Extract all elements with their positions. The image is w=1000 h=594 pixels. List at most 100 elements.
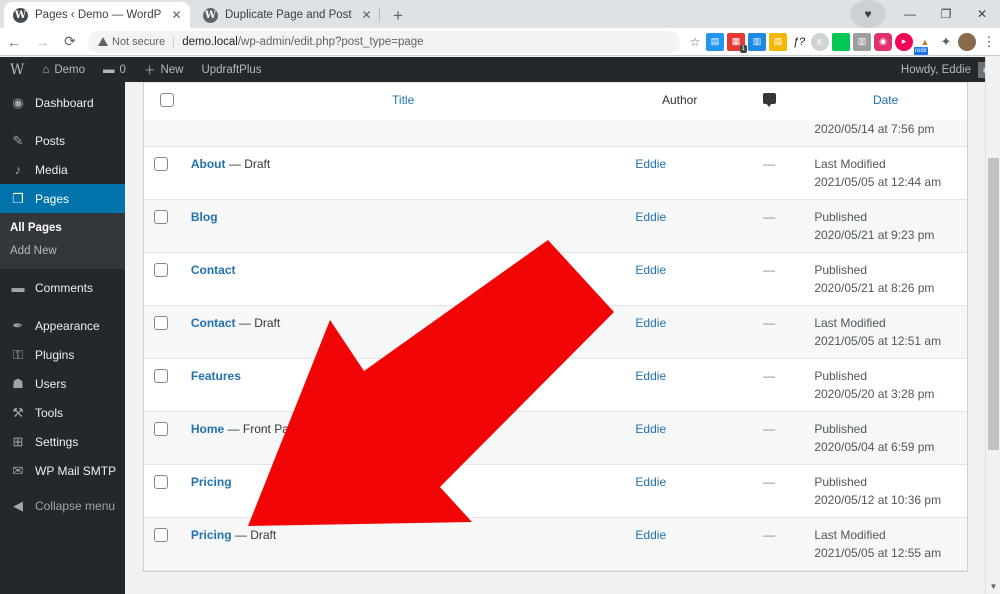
column-header-title[interactable]: Title	[181, 83, 626, 121]
submenu-item-add-new[interactable]: Add New	[0, 240, 125, 263]
browser-menu-icon[interactable]: ⋮	[978, 34, 1000, 50]
security-indicator[interactable]: Not secure	[98, 35, 175, 48]
translate-extension-icon[interactable]: ▥	[748, 32, 766, 51]
row-checkbox-cell[interactable]	[144, 200, 181, 253]
row-checkbox[interactable]	[154, 157, 168, 171]
author-link[interactable]: Eddie	[635, 528, 666, 542]
table-row[interactable]: About — Draft Eddie — Last Modified 2021…	[144, 147, 967, 200]
row-checkbox[interactable]	[154, 369, 168, 383]
sidebar-item-tools[interactable]: ⚒ Tools	[0, 398, 125, 427]
table-row[interactable]: Pricing — Draft Eddie — Last Modified 20…	[144, 517, 967, 571]
page-title-link[interactable]: About	[191, 157, 226, 171]
record-extension-icon[interactable]: ▸	[895, 32, 913, 51]
sidebar-item-posts[interactable]: ✎ Posts	[0, 126, 125, 155]
sidebar-item-settings[interactable]: ⊞ Settings	[0, 427, 125, 456]
reload-icon[interactable]: ⟳	[56, 28, 84, 56]
sidebar-item-pages[interactable]: ❐ Pages	[0, 184, 133, 213]
browser-tab-inactive[interactable]: W Duplicate Page and Post – WordP ✕	[194, 2, 380, 28]
row-checkbox[interactable]	[154, 422, 168, 436]
row-checkbox-cell[interactable]	[144, 306, 181, 359]
back-icon[interactable]: ←	[0, 28, 28, 56]
row-checkbox-cell[interactable]	[144, 120, 181, 147]
sidebar-item-wp-mail-smtp[interactable]: ✉ WP Mail SMTP	[0, 456, 125, 485]
page-title-link[interactable]: Features	[191, 369, 241, 383]
minimize-button[interactable]: —	[892, 0, 928, 28]
table-row[interactable]: Contact Eddie — Published 2020/05/21 at …	[144, 253, 967, 306]
column-header-comments[interactable]	[734, 83, 804, 121]
bookmark-star-icon[interactable]: ☆	[684, 35, 706, 49]
sidebar-item-comments[interactable]: ▬ Comments	[0, 273, 125, 302]
sidebar-item-media[interactable]: ♪ Media	[0, 155, 125, 184]
sidebar-item-appearance[interactable]: ✒ Appearance	[0, 311, 125, 340]
table-row[interactable]: Blog Eddie — Published 2020/05/21 at 9:2…	[144, 199, 967, 253]
wordpress-logo-icon[interactable]: W	[0, 57, 33, 82]
close-icon[interactable]: ✕	[359, 8, 374, 23]
table-row[interactable]: Pricing Eddie — Published 2020/05/12 at …	[144, 465, 967, 518]
row-checkbox[interactable]	[154, 528, 168, 542]
table-row[interactable]: Home — Front Page Eddie — Published 2020…	[144, 411, 967, 465]
forward-icon[interactable]: →	[28, 28, 56, 56]
row-checkbox[interactable]	[154, 475, 168, 489]
film-extension-icon[interactable]: ▥	[853, 32, 871, 51]
page-title-link[interactable]: Pricing	[191, 528, 232, 542]
select-all-checkbox[interactable]	[160, 93, 175, 107]
redirector-extension-icon[interactable]: ▲ redir	[914, 33, 934, 55]
author-link[interactable]: Eddie	[635, 422, 666, 436]
instagram-extension-icon[interactable]: ◉	[874, 32, 892, 51]
table-row[interactable]: Features Eddie — Published 2020/05/20 at…	[144, 359, 967, 412]
author-link[interactable]: Eddie	[635, 369, 666, 383]
table-row[interactable]: Contact — Draft Eddie — Last Modified 20…	[144, 305, 967, 359]
collapse-menu-button[interactable]: ◀ Collapse menu	[0, 491, 125, 520]
author-link[interactable]: Eddie	[635, 210, 666, 224]
column-header-date[interactable]: Date	[804, 83, 967, 121]
browser-tab-active[interactable]: W Pages ‹ Demo — WordPress ✕	[4, 2, 190, 28]
maximize-button[interactable]: ❐	[928, 0, 964, 28]
screenshot-extension-icon[interactable]: ▤	[706, 32, 724, 51]
sidebar-item-plugins[interactable]: ⚿ Plugins	[0, 340, 125, 369]
row-checkbox-cell[interactable]	[144, 359, 181, 412]
author-link[interactable]: Eddie	[635, 475, 666, 489]
scroll-down-arrow-icon[interactable]: ▼	[986, 579, 1000, 594]
submenu-item-all-pages[interactable]: All Pages	[0, 217, 125, 240]
green-extension-icon[interactable]	[832, 32, 850, 51]
adblock-extension-icon[interactable]: ▦ 1	[727, 32, 747, 53]
notes-extension-icon[interactable]: ▤	[769, 32, 787, 51]
updraftplus-menu[interactable]: UpdraftPlus	[192, 57, 270, 82]
window-close-button[interactable]: ✕	[964, 0, 1000, 28]
column-header-title-link[interactable]: Title	[392, 93, 414, 107]
author-link[interactable]: Eddie	[635, 263, 666, 277]
page-title-link[interactable]: Contact	[191, 263, 236, 277]
row-checkbox-cell[interactable]	[144, 465, 181, 518]
comments-bubble-menu[interactable]: ▬ 0	[94, 57, 135, 82]
fontface-extension-icon[interactable]: ƒ?	[790, 33, 808, 51]
site-name-menu[interactable]: ⌂ Demo	[33, 57, 94, 82]
close-icon[interactable]: ✕	[169, 8, 184, 23]
author-link[interactable]: Eddie	[635, 157, 666, 171]
row-checkbox-cell[interactable]	[144, 147, 181, 200]
row-checkbox-cell[interactable]	[144, 253, 181, 306]
page-title-link[interactable]: Pricing	[191, 475, 232, 489]
sidebar-item-dashboard[interactable]: ◉ Dashboard	[0, 88, 125, 117]
column-header-date-link[interactable]: Date	[873, 93, 898, 107]
table-row[interactable]: 2020/05/14 at 7:56 pm	[144, 120, 967, 147]
kamelio-extension-icon[interactable]: K	[811, 32, 829, 51]
page-title-link[interactable]: Contact	[191, 316, 236, 330]
puzzle-extensions-icon[interactable]: ✦	[937, 33, 955, 51]
select-all-checkbox-cell[interactable]	[144, 83, 181, 121]
new-tab-button[interactable]: +	[386, 4, 410, 26]
row-checkbox[interactable]	[154, 210, 168, 224]
page-title-link[interactable]: Blog	[191, 210, 218, 224]
address-bar[interactable]: Not secure demo.local/wp-admin/edit.php?…	[88, 30, 680, 53]
row-checkbox[interactable]	[154, 263, 168, 277]
chrome-profile-avatar[interactable]	[958, 32, 976, 51]
scrollbar-thumb[interactable]	[988, 158, 999, 450]
page-scrollbar[interactable]: ▼	[985, 57, 1000, 594]
sidebar-item-users[interactable]: ☗ Users	[0, 369, 125, 398]
author-link[interactable]: Eddie	[635, 316, 666, 330]
profile-badge-icon[interactable]: ♥	[850, 0, 886, 28]
new-content-menu[interactable]: ＋ New	[135, 57, 193, 82]
page-title-link[interactable]: Home	[191, 422, 224, 436]
row-checkbox-cell[interactable]	[144, 518, 181, 571]
row-checkbox[interactable]	[154, 316, 168, 330]
row-checkbox-cell[interactable]	[144, 412, 181, 465]
